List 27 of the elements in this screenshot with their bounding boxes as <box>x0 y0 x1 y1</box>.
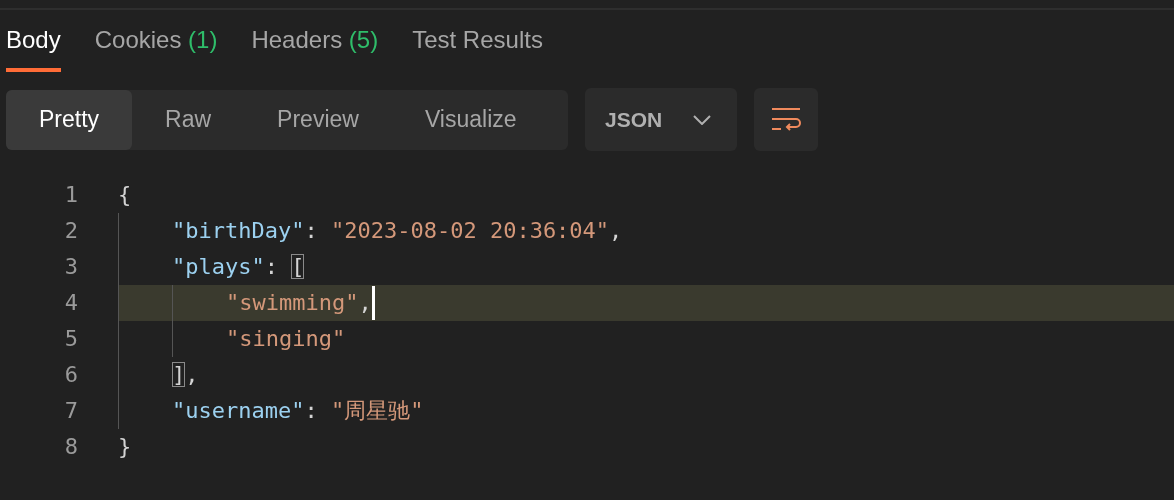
code-line: { <box>118 181 133 209</box>
view-mode-tab[interactable]: Pretty <box>6 89 133 150</box>
code-line: ], <box>118 357 1174 393</box>
line-number: 1 <box>63 181 78 209</box>
view-mode-tab[interactable]: Raw <box>132 89 245 150</box>
chevron-down-icon <box>693 114 711 125</box>
line-number: 4 <box>63 289 78 317</box>
code-line: "birthDay": "2023-08-02 20:36:04", <box>118 213 1174 249</box>
line-number: 3 <box>63 253 78 281</box>
response-tab[interactable]: Cookies (1) <box>94 22 218 72</box>
code-line: "singing" <box>118 321 1174 357</box>
response-tab[interactable]: Test Results <box>412 22 543 72</box>
code-line: "username": "周星驰" <box>118 393 1174 429</box>
view-mode-tab[interactable]: Preview <box>244 89 392 150</box>
response-tab[interactable]: Headers (5) <box>251 22 379 72</box>
line-number: 2 <box>63 217 78 245</box>
line-number: 7 <box>63 397 78 425</box>
code-line: } <box>118 433 133 461</box>
text-cursor <box>371 286 375 320</box>
line-number: 5 <box>63 325 78 353</box>
format-dropdown[interactable]: JSON <box>585 88 737 151</box>
wrap-lines-icon <box>771 106 801 133</box>
view-mode-tab[interactable]: Visualize <box>391 89 550 150</box>
line-number: 6 <box>63 361 78 389</box>
line-number: 8 <box>63 433 78 461</box>
response-tab[interactable]: Body <box>6 22 61 72</box>
wrap-lines-button[interactable] <box>754 88 818 151</box>
